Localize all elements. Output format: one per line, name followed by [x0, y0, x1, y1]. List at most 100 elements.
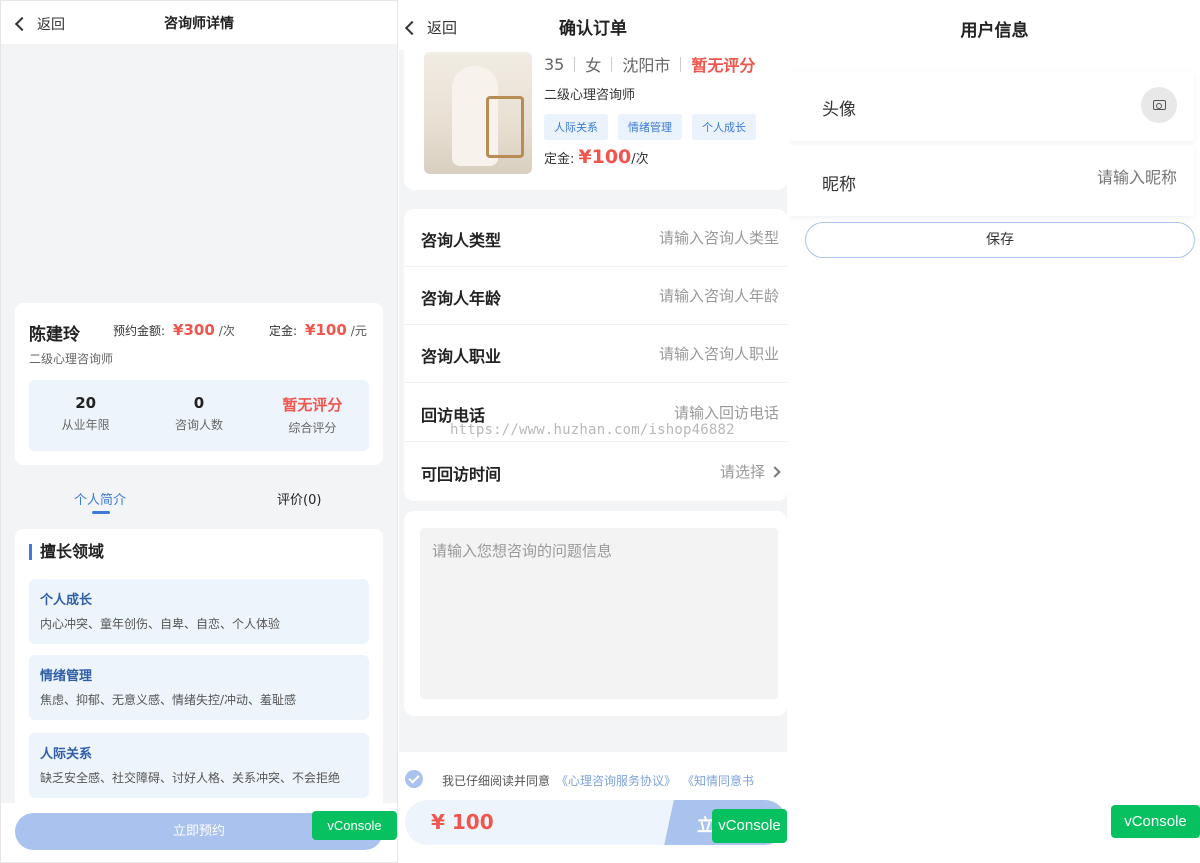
form-row-callback-time[interactable]: 可回访时间 请选择: [404, 443, 787, 501]
vconsole-button[interactable]: vConsole: [312, 811, 397, 840]
counselor-rating: 暂无评分: [691, 56, 756, 75]
specialty-card: 擅长领域 个人成长 内心冲突、童年创伤、自卑、自恋、个人体验 情绪管理 焦虑、抑…: [15, 529, 383, 829]
consent-form-link[interactable]: 《知情同意书: [682, 772, 754, 789]
counselor-meta: 35 女 沈阳市 暂无评分: [544, 52, 755, 76]
vconsole-button[interactable]: vConsole: [1111, 805, 1200, 838]
avatar-label: 头像: [822, 100, 856, 120]
deposit-info: 定金: ¥100 /次: [544, 146, 649, 168]
client-job-input[interactable]: 请输入咨询人职业: [659, 343, 779, 364]
counselor-summary-card: 35 女 沈阳市 暂无评分 二级心理咨询师 人际关系 情绪管理 个人成长 定金:…: [404, 40, 787, 190]
tag: 个人成长: [692, 114, 756, 140]
save-button[interactable]: 保存: [805, 222, 1195, 258]
counselor-level: 二级心理咨询师: [29, 352, 114, 366]
order-footer: 我已仔细阅读并同意 《心理咨询服务协议》 《知情同意书 ¥ 100 立 vCon…: [399, 752, 787, 863]
stat-consultations: 0 咨询人数: [142, 380, 255, 451]
tab-bar: 个人简介 评价(0): [1, 479, 397, 519]
tag: 人际关系: [544, 114, 608, 140]
specialty-item-desc: 缺乏安全感、社交障碍、讨好人格、关系冲突、不会拒绝: [40, 771, 341, 785]
divider: [574, 56, 576, 72]
stat-label: 咨询人数: [174, 418, 223, 432]
specialty-item-title: 情绪管理: [40, 669, 93, 684]
specialty-title: 擅长领域: [29, 544, 104, 560]
nickname-label: 昵称: [822, 175, 856, 195]
specialty-item: 个人成长 内心冲突、童年创伤、自卑、自恋、个人体验: [29, 579, 369, 644]
page-title: 确认订单: [559, 19, 627, 39]
bottom-bar: 立即预约 vConsole: [1, 803, 397, 862]
specialty-item-desc: 内心冲突、童年创伤、自卑、自恋、个人体验: [40, 617, 281, 631]
client-type-input[interactable]: 请输入咨询人类型: [659, 227, 779, 248]
avatar-upload-button[interactable]: [1141, 87, 1177, 123]
deposit-unit: /元: [350, 324, 367, 338]
vconsole-button[interactable]: vConsole: [712, 809, 787, 843]
nickname-row: 昵称: [789, 146, 1194, 216]
counselor-detail-screen: 返回 咨询师详情 陈建玲 预约金额: ¥300 /次 定金: ¥100 /元 二…: [0, 0, 398, 863]
field-label: 咨询人年龄: [421, 289, 502, 308]
deposit-unit: /次: [631, 152, 649, 167]
deposit-label: 定金:: [544, 152, 575, 167]
avatar-row: 头像: [789, 71, 1194, 141]
tag: 情绪管理: [618, 114, 682, 140]
deposit-value: ¥100: [578, 146, 632, 168]
watermark-url: https://www.huzhan.com/ishop46882: [450, 422, 735, 438]
check-icon[interactable]: [405, 770, 423, 788]
header: 返回 咨询师详情: [1, 1, 397, 44]
counselor-info-card: 陈建玲 预约金额: ¥300 /次 定金: ¥100 /元 二级心理咨询师 20…: [15, 303, 383, 465]
form-row-client-age[interactable]: 咨询人年龄 请输入咨询人年龄: [404, 267, 787, 325]
nickname-input[interactable]: [977, 168, 1177, 187]
chevron-right-icon: [769, 465, 781, 478]
callback-time-placeholder: 请选择: [719, 463, 765, 481]
tab-reviews[interactable]: 评价(0): [277, 489, 321, 508]
deposit-price: 定金: ¥100 /元: [269, 321, 367, 339]
stats-box: 20 从业年限 0 咨询人数 暂无评分 综合评分: [29, 380, 369, 451]
question-textarea[interactable]: 请输入您想咨询的问题信息: [420, 528, 778, 699]
stat-value: 0: [193, 394, 205, 412]
booking-price-label: 预约金额:: [113, 324, 166, 338]
field-label: 咨询人职业: [421, 347, 502, 366]
user-info-screen: 用户信息 头像 昵称 保存 vConsole: [789, 0, 1200, 863]
counselor-city: 沈阳市: [622, 56, 671, 75]
page-title: 用户信息: [960, 21, 1029, 41]
booking-price-unit: /次: [218, 324, 235, 338]
divider: [680, 56, 682, 72]
total-amount: ¥ 100: [431, 810, 494, 834]
form-row-client-job[interactable]: 咨询人职业 请输入咨询人职业: [404, 325, 787, 383]
counselor-name: 陈建玲: [29, 325, 80, 345]
field-label: 可回访时间: [421, 465, 502, 484]
question-card: 请输入您想咨询的问题信息: [404, 511, 787, 716]
camera-icon: [1152, 100, 1166, 110]
specialty-item-title: 人际关系: [40, 747, 93, 762]
callback-phone-input[interactable]: 请输入回访电话: [674, 402, 779, 423]
specialty-item: 情绪管理 焦虑、抑郁、无意义感、情绪失控/冲动、羞耻感: [29, 655, 369, 720]
counselor-photo: [424, 52, 532, 174]
callback-time-select[interactable]: 请选择: [719, 461, 781, 482]
field-label: 咨询人类型: [421, 231, 502, 250]
form-row-client-type[interactable]: 咨询人类型 请输入咨询人类型: [404, 209, 787, 267]
stat-years: 20 从业年限: [29, 380, 142, 451]
stat-label: 从业年限: [61, 418, 110, 432]
order-form: 咨询人类型 请输入咨询人类型 咨询人年龄 请输入咨询人年龄 咨询人职业 请输入咨…: [404, 209, 787, 501]
agreement-prefix: 我已仔细阅读并同意: [442, 774, 551, 788]
stat-rating: 暂无评分 综合评分: [256, 380, 369, 451]
booking-price-value: ¥300: [173, 321, 215, 339]
specialty-item: 人际关系 缺乏安全感、社交障碍、讨好人格、关系冲突、不会拒绝: [29, 733, 369, 798]
specialty-item-title: 个人成长: [40, 593, 93, 608]
counselor-level: 二级心理咨询师: [544, 88, 636, 103]
client-age-input[interactable]: 请输入咨询人年龄: [659, 285, 779, 306]
tag-list: 人际关系 情绪管理 个人成长: [544, 114, 756, 140]
counselor-gender: 女: [585, 56, 602, 75]
page-title: 咨询师详情: [164, 16, 234, 32]
stat-value: 20: [75, 394, 97, 412]
service-agreement-link[interactable]: 《心理咨询服务协议》: [556, 772, 676, 789]
specialty-item-desc: 焦虑、抑郁、无意义感、情绪失控/冲动、羞耻感: [40, 693, 297, 707]
stat-label: 综合评分: [288, 421, 337, 435]
deposit-label: 定金:: [269, 324, 298, 338]
tab-indicator: [92, 511, 110, 514]
agreement-text: 我已仔细阅读并同意 《心理咨询服务协议》 《知情同意书: [442, 772, 754, 789]
deposit-value: ¥100: [305, 321, 347, 339]
booking-price: 预约金额: ¥300 /次: [113, 321, 235, 339]
tab-profile[interactable]: 个人简介: [74, 489, 126, 508]
divider: [611, 56, 613, 72]
stat-value: 暂无评分: [282, 396, 343, 414]
header: 返回 确认订单: [399, 0, 787, 50]
photo-chair: [486, 96, 524, 158]
